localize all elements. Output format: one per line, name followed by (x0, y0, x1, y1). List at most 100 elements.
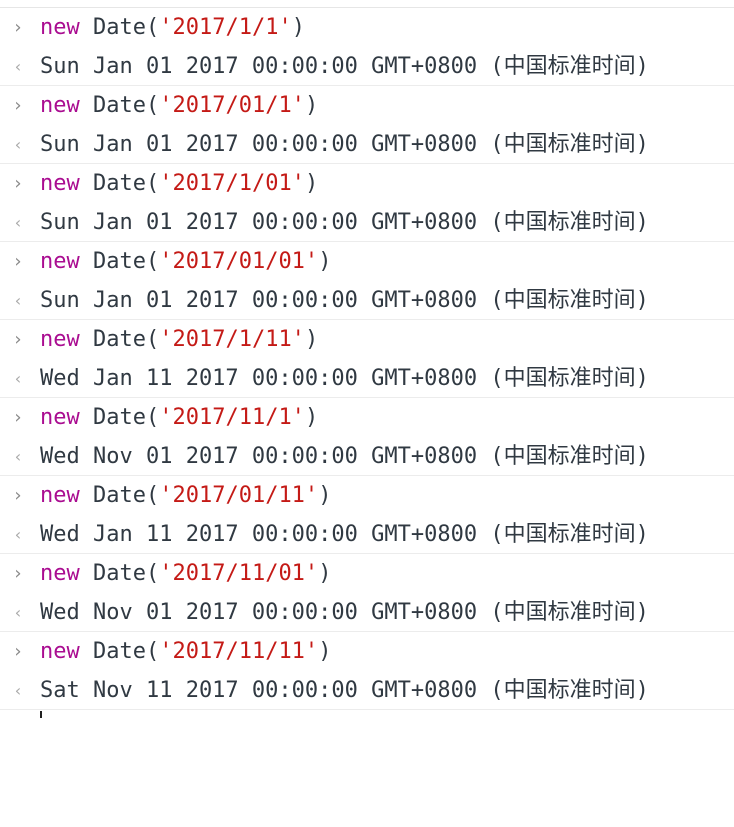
close-paren: ) (318, 561, 332, 586)
console-entry: › new Date('2017/11/01') ‹ Wed Nov 01 20… (0, 554, 734, 632)
console-entry: › new Date('2017/1/11') ‹ Wed Jan 11 201… (0, 320, 734, 398)
console-output-line[interactable]: ‹ Sun Jan 01 2017 00:00:00 GMT+0800 (中国标… (0, 125, 734, 164)
input-prompt-icon: › (14, 329, 22, 350)
console-input-line[interactable]: › new Date('2017/1/11') (0, 320, 734, 359)
text-cursor (40, 711, 42, 718)
output-prompt-icon: ‹ (14, 603, 22, 622)
console-input-line[interactable]: › new Date('2017/01/1') (0, 86, 734, 125)
output-prompt-icon: ‹ (14, 57, 22, 76)
console-input-line[interactable]: › new Date('2017/11/1') (0, 398, 734, 437)
input-prompt-icon: › (14, 407, 22, 428)
date-string-arg: '2017/1/1' (159, 15, 292, 40)
output-prompt-icon: ‹ (14, 291, 22, 310)
console-entry: › new Date('2017/1/01') ‹ Sun Jan 01 201… (0, 164, 734, 242)
console-entry: › new Date('2017/01/1') ‹ Sun Jan 01 201… (0, 86, 734, 164)
constructor-call: Date( (79, 249, 160, 274)
close-paren: ) (304, 171, 319, 196)
date-string-arg: '2017/1/01' (159, 171, 305, 196)
close-paren: ) (318, 483, 332, 508)
keyword-new: new (40, 405, 80, 430)
console-entry: › new Date('2017/1/1') ‹ Sun Jan 01 2017… (0, 8, 734, 86)
console-output-line[interactable]: ‹ Wed Nov 01 2017 00:00:00 GMT+0800 (中国标… (0, 437, 734, 476)
constructor-call: Date( (79, 15, 160, 40)
constructor-call: Date( (79, 171, 160, 196)
close-paren: ) (304, 327, 319, 352)
console-input-line[interactable]: › new Date('2017/11/11') (0, 632, 734, 671)
date-result: Sun Jan 01 2017 00:00:00 GMT+0800 (中国标准时… (40, 288, 649, 313)
constructor-call: Date( (79, 405, 160, 430)
timezone-name: 中国标准时间 (503, 678, 636, 703)
console-output-line[interactable]: ‹ Wed Nov 01 2017 00:00:00 GMT+0800 (中国标… (0, 593, 734, 632)
console-output-line[interactable]: ‹ Sun Jan 01 2017 00:00:00 GMT+0800 (中国标… (0, 47, 734, 86)
console-entry: › new Date('2017/11/11') ‹ Sat Nov 11 20… (0, 632, 734, 710)
timezone-name: 中国标准时间 (503, 210, 636, 235)
console-output-line[interactable]: ‹ Sat Nov 11 2017 00:00:00 GMT+0800 (中国标… (0, 671, 734, 710)
date-string-arg: '2017/01/1' (159, 93, 305, 118)
console-input-line[interactable]: › new Date('2017/1/01') (0, 164, 734, 203)
console-input-line[interactable]: › new Date('2017/01/11') (0, 476, 734, 515)
date-result: Sun Jan 01 2017 00:00:00 GMT+0800 (中国标准时… (40, 54, 649, 79)
timezone-name: 中国标准时间 (503, 600, 636, 625)
date-string-arg: '2017/01/01' (159, 249, 319, 274)
date-string-arg: '2017/11/01' (159, 561, 319, 586)
output-prompt-icon: ‹ (14, 447, 22, 466)
input-prompt-icon: › (14, 251, 22, 272)
constructor-call: Date( (79, 93, 160, 118)
keyword-new: new (40, 639, 80, 664)
timezone-name: 中国标准时间 (503, 132, 636, 157)
date-result: Wed Nov 01 2017 00:00:00 GMT+0800 (中国标准时… (40, 600, 649, 625)
close-paren: ) (318, 249, 332, 274)
output-prompt-icon: ‹ (14, 369, 22, 388)
keyword-new: new (40, 561, 80, 586)
timezone-name: 中国标准时间 (503, 288, 636, 313)
keyword-new: new (40, 93, 80, 118)
console-input-line[interactable]: › new Date('2017/01/01') (0, 242, 734, 281)
input-prompt-icon: › (14, 173, 22, 194)
date-result: Sun Jan 01 2017 00:00:00 GMT+0800 (中国标准时… (40, 210, 649, 235)
constructor-call: Date( (79, 639, 160, 664)
timezone-name: 中国标准时间 (503, 54, 636, 79)
date-result: Wed Jan 11 2017 00:00:00 GMT+0800 (中国标准时… (40, 522, 649, 547)
console-input-line[interactable]: › new Date('2017/1/1') (0, 8, 734, 47)
date-string-arg: '2017/11/1' (159, 405, 305, 430)
close-paren: ) (318, 639, 332, 664)
timezone-name: 中国标准时间 (503, 444, 636, 469)
keyword-new: new (40, 327, 80, 352)
timezone-name: 中国标准时间 (503, 366, 636, 391)
console-output-line[interactable]: ‹ Sun Jan 01 2017 00:00:00 GMT+0800 (中国标… (0, 281, 734, 320)
input-prompt-icon: › (14, 95, 22, 116)
output-prompt-icon: ‹ (14, 681, 22, 700)
keyword-new: new (40, 171, 80, 196)
constructor-call: Date( (79, 561, 160, 586)
keyword-new: new (40, 249, 80, 274)
keyword-new: new (40, 15, 80, 40)
input-prompt-icon: › (14, 641, 22, 662)
output-prompt-icon: ‹ (14, 213, 22, 232)
console-input-line[interactable]: › new Date('2017/11/01') (0, 554, 734, 593)
console-entry: › new Date('2017/01/11') ‹ Wed Jan 11 20… (0, 476, 734, 554)
input-prompt-icon: › (14, 563, 22, 584)
console-output-line[interactable]: ‹ Sun Jan 01 2017 00:00:00 GMT+0800 (中国标… (0, 203, 734, 242)
date-result: Sat Nov 11 2017 00:00:00 GMT+0800 (中国标准时… (40, 678, 649, 703)
date-string-arg: '2017/11/11' (159, 639, 319, 664)
timezone-name: 中国标准时间 (503, 522, 636, 547)
output-prompt-icon: ‹ (14, 525, 22, 544)
close-paren: ) (304, 405, 319, 430)
output-prompt-icon: ‹ (14, 135, 22, 154)
console-panel[interactable]: › new Date('2017/1/1') ‹ Sun Jan 01 2017… (0, 0, 734, 718)
date-result: Wed Jan 11 2017 00:00:00 GMT+0800 (中国标准时… (40, 366, 649, 391)
date-result: Wed Nov 01 2017 00:00:00 GMT+0800 (中国标准时… (40, 444, 649, 469)
close-paren: ) (291, 15, 305, 40)
input-prompt-icon: › (14, 17, 22, 38)
constructor-call: Date( (79, 327, 160, 352)
close-paren: ) (304, 93, 319, 118)
console-entry: › new Date('2017/11/1') ‹ Wed Nov 01 201… (0, 398, 734, 476)
date-result: Sun Jan 01 2017 00:00:00 GMT+0800 (中国标准时… (40, 132, 649, 157)
keyword-new: new (40, 483, 80, 508)
console-output-line[interactable]: ‹ Wed Jan 11 2017 00:00:00 GMT+0800 (中国标… (0, 359, 734, 398)
date-string-arg: '2017/01/11' (159, 483, 319, 508)
date-string-arg: '2017/1/11' (159, 327, 305, 352)
console-entry: › new Date('2017/01/01') ‹ Sun Jan 01 20… (0, 242, 734, 320)
input-prompt-icon: › (14, 485, 22, 506)
console-output-line[interactable]: ‹ Wed Jan 11 2017 00:00:00 GMT+0800 (中国标… (0, 515, 734, 554)
